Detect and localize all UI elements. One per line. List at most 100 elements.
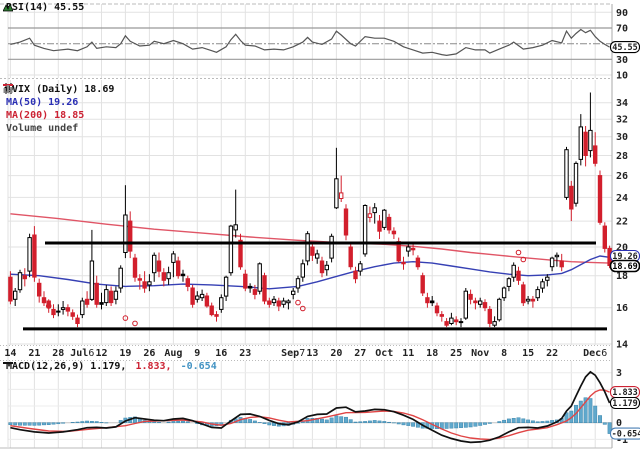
candle-body	[458, 321, 464, 324]
x-tick-label: Jul6	[70, 348, 94, 359]
histogram-bar	[185, 421, 190, 423]
histogram-bar	[483, 422, 487, 425]
candle-body	[113, 290, 119, 300]
candle-body	[295, 278, 301, 289]
candle-body	[65, 307, 71, 312]
candle-body	[118, 267, 123, 289]
x-tick-label: 14	[4, 348, 16, 359]
axis-bubble-value: 45.55	[612, 43, 638, 53]
candle-body	[204, 295, 210, 307]
histogram-bar	[540, 421, 545, 423]
candle-body	[56, 310, 61, 313]
candle-body	[17, 272, 23, 291]
histogram-bar	[353, 421, 358, 423]
candle-body	[281, 300, 286, 305]
histogram-bar	[94, 421, 99, 423]
histogram-bar	[387, 421, 392, 423]
candle-body	[291, 290, 296, 295]
candle-body	[51, 308, 56, 316]
x-tick-label: 8	[501, 348, 507, 359]
histogram-bar	[401, 422, 406, 426]
candle-body	[430, 300, 435, 304]
candle-body	[199, 293, 205, 299]
candle-body	[171, 253, 176, 263]
histogram-bar	[51, 422, 56, 425]
candle-body	[22, 275, 28, 280]
histogram-bar	[13, 422, 18, 426]
x-tick-label: 26	[143, 348, 155, 359]
candle-body	[185, 278, 191, 287]
histogram-bar	[61, 422, 66, 424]
candle-body	[353, 270, 358, 280]
chart-canvas[interactable]: 14 21 28 Jul6 12 19 26 Aug 9 16 23 Sep7 13 20 27 Oct 11 1…	[0, 0, 640, 451]
histogram-bar	[171, 421, 176, 423]
candle-body	[343, 208, 349, 236]
candle-body	[32, 234, 37, 278]
y-axis-label: 3	[616, 368, 622, 379]
candle-body	[449, 317, 454, 325]
candle-body	[310, 246, 315, 256]
histogram-bar	[56, 422, 61, 425]
candle-body	[257, 263, 262, 292]
candle-body	[382, 209, 387, 228]
candle-body	[228, 225, 234, 274]
histogram-bar	[411, 422, 416, 427]
x-tick-label: 28	[52, 348, 64, 359]
histogram-bar	[602, 422, 607, 425]
histogram-bar	[344, 416, 348, 423]
macd-signal-value: 1.833,	[129, 361, 172, 372]
x-tick-label: 12	[95, 348, 107, 359]
macd-signal-line	[10, 389, 610, 441]
candle-body	[401, 261, 406, 265]
panel-borders	[0, 3, 613, 449]
symbol-legend-label: $VIX (Daily) 18.69	[6, 84, 115, 95]
histogram-bar	[545, 420, 550, 423]
candle-body	[60, 307, 66, 310]
candle-body	[348, 246, 353, 268]
histogram-bar	[85, 420, 90, 423]
histogram-bar	[502, 419, 507, 423]
histogram-bar	[463, 422, 468, 428]
candle-body	[372, 207, 377, 214]
candle-body	[602, 225, 607, 249]
candle-body	[377, 220, 382, 232]
histogram-bar	[46, 422, 51, 425]
candle-body	[8, 276, 13, 302]
candle-body	[444, 321, 449, 326]
candle-body	[415, 257, 421, 268]
histogram-bar	[27, 422, 32, 426]
histogram-bar	[363, 421, 368, 423]
marker-circle	[515, 249, 522, 256]
histogram-bar	[396, 422, 401, 425]
candle-body	[386, 216, 392, 231]
candle-body	[511, 264, 516, 278]
histogram-bar	[18, 422, 22, 426]
candle-body	[84, 298, 90, 305]
candle-body	[94, 282, 99, 305]
candle-body	[468, 293, 473, 300]
candle-body	[578, 126, 583, 160]
histogram-bar	[166, 421, 171, 423]
candle-body	[180, 273, 186, 277]
candle-body	[463, 290, 469, 319]
y-axis-label: 18	[616, 271, 628, 282]
x-tick-label: 21	[28, 348, 40, 359]
histogram-bar	[459, 422, 463, 428]
candle-body	[104, 289, 109, 304]
candle-body	[161, 272, 167, 281]
histogram-bar	[521, 418, 526, 423]
histogram-bar	[406, 422, 411, 426]
x-tick-label: Oct	[375, 348, 393, 359]
marker-circle	[295, 299, 301, 306]
candle-body	[549, 257, 555, 268]
candle-body	[358, 263, 363, 272]
histogram-bar	[22, 422, 27, 426]
candle-body	[482, 302, 488, 309]
candle-body	[521, 284, 526, 304]
candle-body	[324, 264, 330, 271]
candle-body	[243, 273, 248, 289]
y-axis-label: 34	[616, 98, 628, 109]
candle-body	[391, 230, 397, 235]
histogram-bar	[320, 418, 324, 423]
histogram-bar	[593, 405, 598, 423]
